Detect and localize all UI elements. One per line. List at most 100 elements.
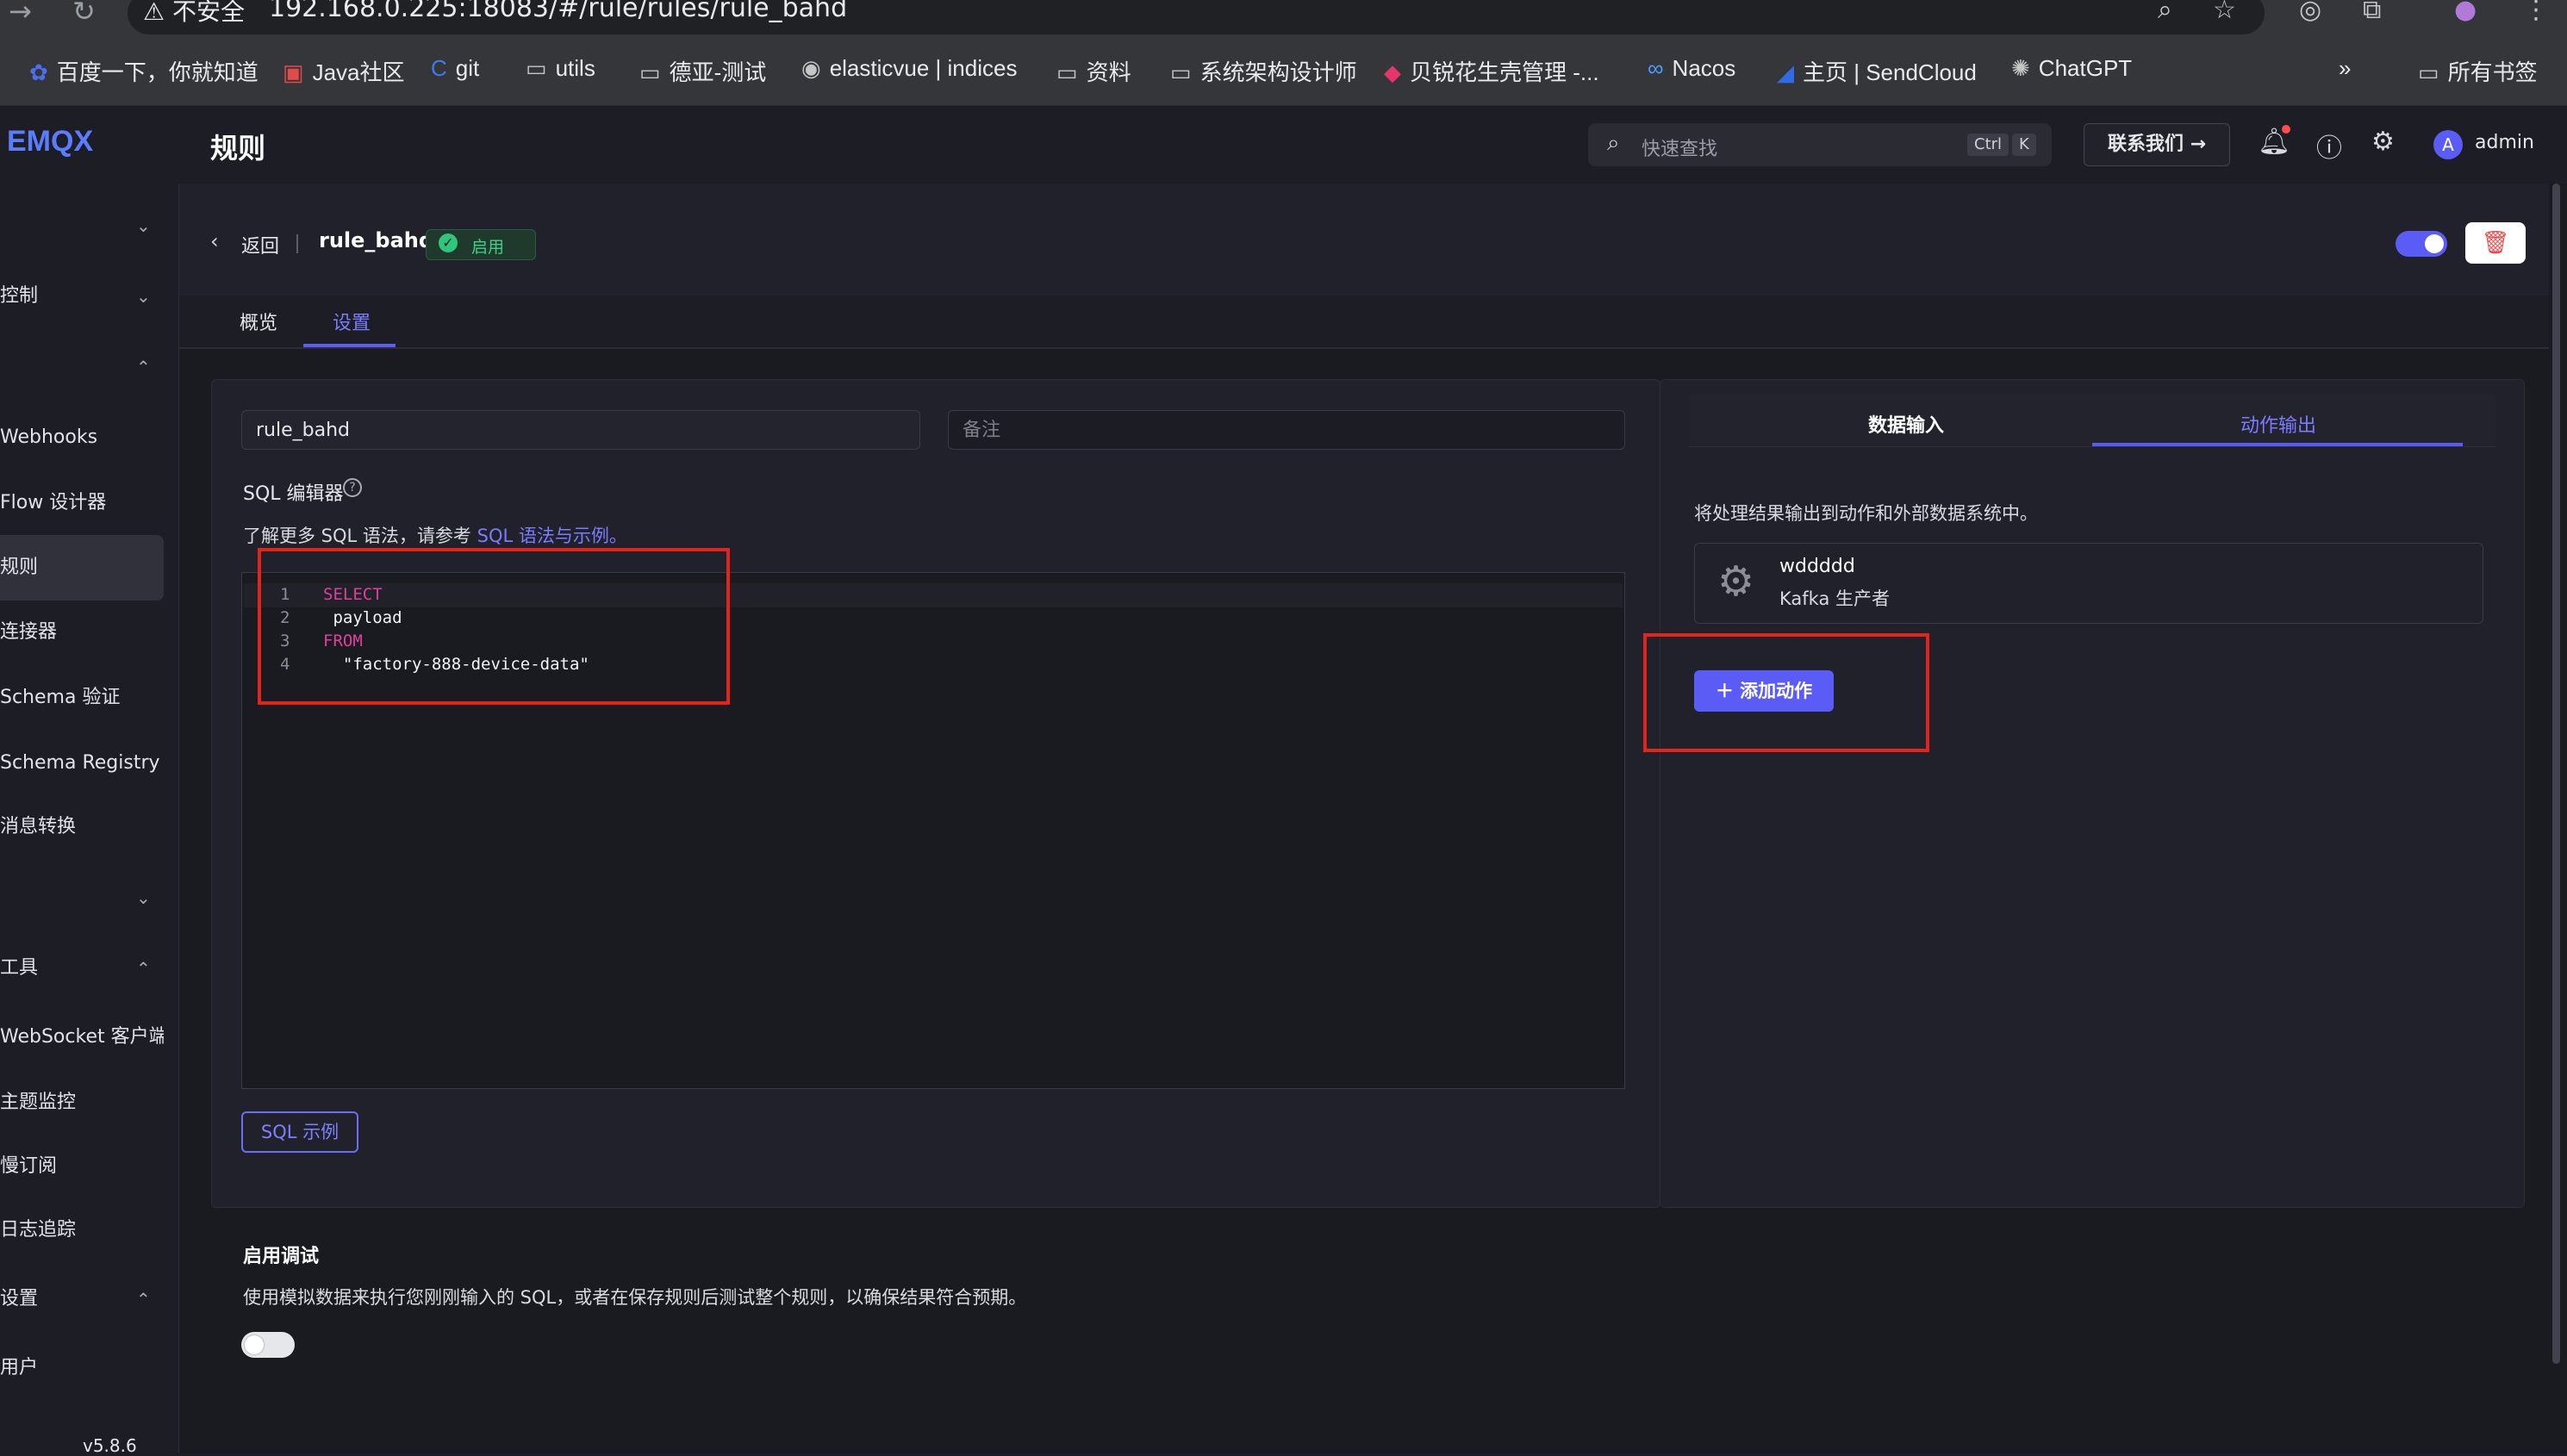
notification-dot (2282, 125, 2290, 134)
help-icon[interactable]: ⓘ (2316, 127, 2342, 165)
output-description: 将处理结果输出到动作和外部数据系统中。 (1694, 503, 2038, 524)
help-icon[interactable]: ? (343, 478, 362, 497)
username[interactable]: admin (2475, 132, 2534, 153)
kafka-icon: ⚙ (1717, 557, 1755, 606)
bookmark-utils[interactable]: ▭ utils (526, 55, 595, 82)
sidebar-item-connectors[interactable]: 连接器 (0, 602, 164, 663)
all-bookmarks[interactable]: ▭ 所有书签 (2418, 55, 2538, 87)
delete-button[interactable]: 🗑︎ (2465, 222, 2526, 264)
forward-icon[interactable]: → (9, 0, 32, 28)
page-scrollbar[interactable] (2549, 184, 2567, 1453)
contact-us-button[interactable]: 联系我们 → (2084, 123, 2230, 166)
sidebar-group-collapsed[interactable]: ⌄ (0, 868, 164, 928)
toggle-knob (245, 1335, 264, 1354)
sidebar-item-websocket[interactable]: WebSocket 客户端 (0, 1007, 164, 1067)
sidebar: ⌄ 控制 ⌄ ⌃ Webhooks Flow 设计器 规则 连接器 Schema … (0, 184, 179, 1453)
chatgpt-icon: ✺ (2011, 55, 2030, 81)
trash-icon: 🗑︎ (2481, 230, 2510, 256)
tab-action-output[interactable]: 动作输出 (2240, 410, 2316, 438)
reload-icon[interactable]: ↻ (72, 0, 96, 28)
bookmark-chatgpt[interactable]: ✺ ChatGPT (2011, 55, 2132, 82)
rule-name-input[interactable]: rule_bahd (241, 410, 920, 450)
avatar[interactable]: A (2433, 130, 2463, 159)
action-card[interactable]: ⚙ wddddd Kafka 生产者 (1694, 543, 2483, 624)
back-link[interactable]: 返回 (241, 231, 279, 258)
sidebar-item-rules[interactable]: 规则 (0, 535, 164, 600)
chevron-down-icon: ⌄ (136, 887, 151, 908)
search-icon: ⌕ (1607, 130, 1620, 156)
nacos-icon: ∞ (1648, 55, 1664, 81)
chevron-up-icon: ⌃ (136, 357, 151, 377)
sendcloud-icon: ◢ (1777, 59, 1794, 85)
more-bookmarks-icon[interactable]: » (2339, 55, 2351, 82)
bookmark-elasticvue[interactable]: ◉ elasticvue | indices (801, 55, 1017, 82)
baidu-icon: ✿ (29, 59, 48, 85)
note-input[interactable]: 备注 (948, 410, 1625, 450)
security-warning[interactable]: ⚠ 不安全 (143, 0, 245, 28)
incognito-icon[interactable]: ◎ (2299, 0, 2321, 25)
menu-icon[interactable]: ⋮ (2523, 0, 2549, 25)
check-circle-icon: ✓ (439, 233, 458, 252)
chevron-left-icon[interactable]: ‹ (210, 229, 219, 253)
sql-docs-link[interactable]: SQL 语法与示例。 (477, 526, 627, 546)
sidebar-item-slow-sub[interactable]: 慢订阅 (0, 1136, 164, 1197)
folder-icon: ▭ (1056, 59, 1078, 85)
bookmarks-bar: ✿ 百度一下，你就知道 ▣ Java社区 Cgit ▭ utils ▭ 德亚-测试 ◉ e… (0, 36, 2567, 106)
active-tab-indicator (2092, 443, 2463, 446)
sidebar-group-control[interactable]: 控制 ⌄ (0, 266, 164, 327)
quick-search[interactable]: ⌕ 快速查找 Ctrl K (1588, 123, 2052, 166)
scrollbar-thumb[interactable] (2552, 184, 2560, 1364)
chevron-down-icon: ⌄ (136, 286, 151, 307)
folder-icon: ▭ (2418, 59, 2439, 85)
bookmark-nacos[interactable]: ∞ Nacos (1648, 55, 1735, 82)
bookmark-architect[interactable]: ▭ 系统架构设计师 (1170, 55, 1357, 87)
sidebar-item-webhooks[interactable]: Webhooks (0, 408, 164, 468)
sidebar-item-schema-registry[interactable]: Schema Registry (0, 733, 164, 793)
oray-icon: ◆ (1384, 59, 1401, 85)
sidebar-group-tools[interactable]: 工具 ⌃ (0, 938, 164, 999)
emqx-logo[interactable]: EMQX (7, 125, 93, 159)
sql-highlight-box (258, 548, 730, 705)
sidebar-item-message-transform[interactable]: 消息转换 (0, 797, 164, 857)
sidebar-group-1[interactable]: ⌄ (0, 196, 164, 256)
app-header: EMQX 规则 ⌕ 快速查找 Ctrl K 联系我们 → 🔔︎ ⓘ ⚙ A ad… (0, 106, 2567, 184)
sidebar-item-schema-validation[interactable]: Schema 验证 (0, 668, 164, 728)
bookmark-sendcloud[interactable]: ◢ 主页 | SendCloud (1777, 55, 1977, 87)
profile-icon[interactable]: ● (2454, 0, 2477, 25)
chevron-up-icon: ⌃ (136, 958, 151, 979)
star-icon[interactable]: ☆ (2213, 0, 2236, 25)
bookmark-java[interactable]: ▣ Java社区 (283, 55, 405, 87)
tab-data-input[interactable]: 数据输入 (1868, 410, 1944, 438)
sidebar-group-settings[interactable]: 设置 ⌃ (0, 1269, 164, 1329)
sql-example-button[interactable]: SQL 示例 (241, 1111, 358, 1153)
bookmark-baidu[interactable]: ✿ 百度一下，你就知道 (29, 55, 259, 87)
action-name: wddddd (1779, 556, 1855, 577)
action-type: Kafka 生产者 (1779, 588, 1890, 609)
gear-icon[interactable]: ⚙ (2371, 127, 2395, 157)
active-tab-indicator (303, 344, 396, 347)
folder-icon: ▭ (526, 55, 547, 81)
extensions-icon[interactable]: ⧉ (2363, 0, 2381, 25)
zoom-icon[interactable]: ⌕ (2158, 0, 2172, 25)
rule-name: rule_bahd (319, 228, 434, 252)
sidebar-item-log-trace[interactable]: 日志追踪 (0, 1200, 164, 1260)
tab-settings[interactable]: 设置 (333, 308, 371, 335)
sidebar-group-integration[interactable]: ⌃ (0, 337, 164, 397)
rule-enable-toggle[interactable] (2396, 231, 2447, 257)
bookmark-git[interactable]: Cgit (431, 55, 479, 82)
shortcut-ctrl: Ctrl (1967, 134, 2009, 156)
sql-editor-label: SQL 编辑器 (243, 483, 344, 505)
debug-toggle[interactable] (241, 1332, 295, 1358)
tab-overview[interactable]: 概览 (240, 308, 277, 335)
bookmark-deya[interactable]: ▭ 德亚-测试 (639, 55, 766, 87)
bookmark-oray[interactable]: ◆ 贝锐花生壳管理 -... (1384, 55, 1599, 87)
toggle-knob (2425, 234, 2444, 253)
sidebar-item-users[interactable]: 用户 (0, 1338, 164, 1398)
divider (296, 234, 298, 253)
right-tabs: 数据输入 动作输出 (1689, 395, 2495, 447)
sidebar-item-topic-monitor[interactable]: 主题监控 (0, 1073, 164, 1133)
add-action-highlight-box (1643, 633, 1929, 752)
bookmark-ziliao[interactable]: ▭ 资料 (1056, 55, 1131, 87)
sidebar-item-flow[interactable]: Flow 设计器 (0, 473, 164, 533)
url-text[interactable]: 192.168.0.225:18083/#/rule/rules/rule_ba… (269, 0, 847, 23)
